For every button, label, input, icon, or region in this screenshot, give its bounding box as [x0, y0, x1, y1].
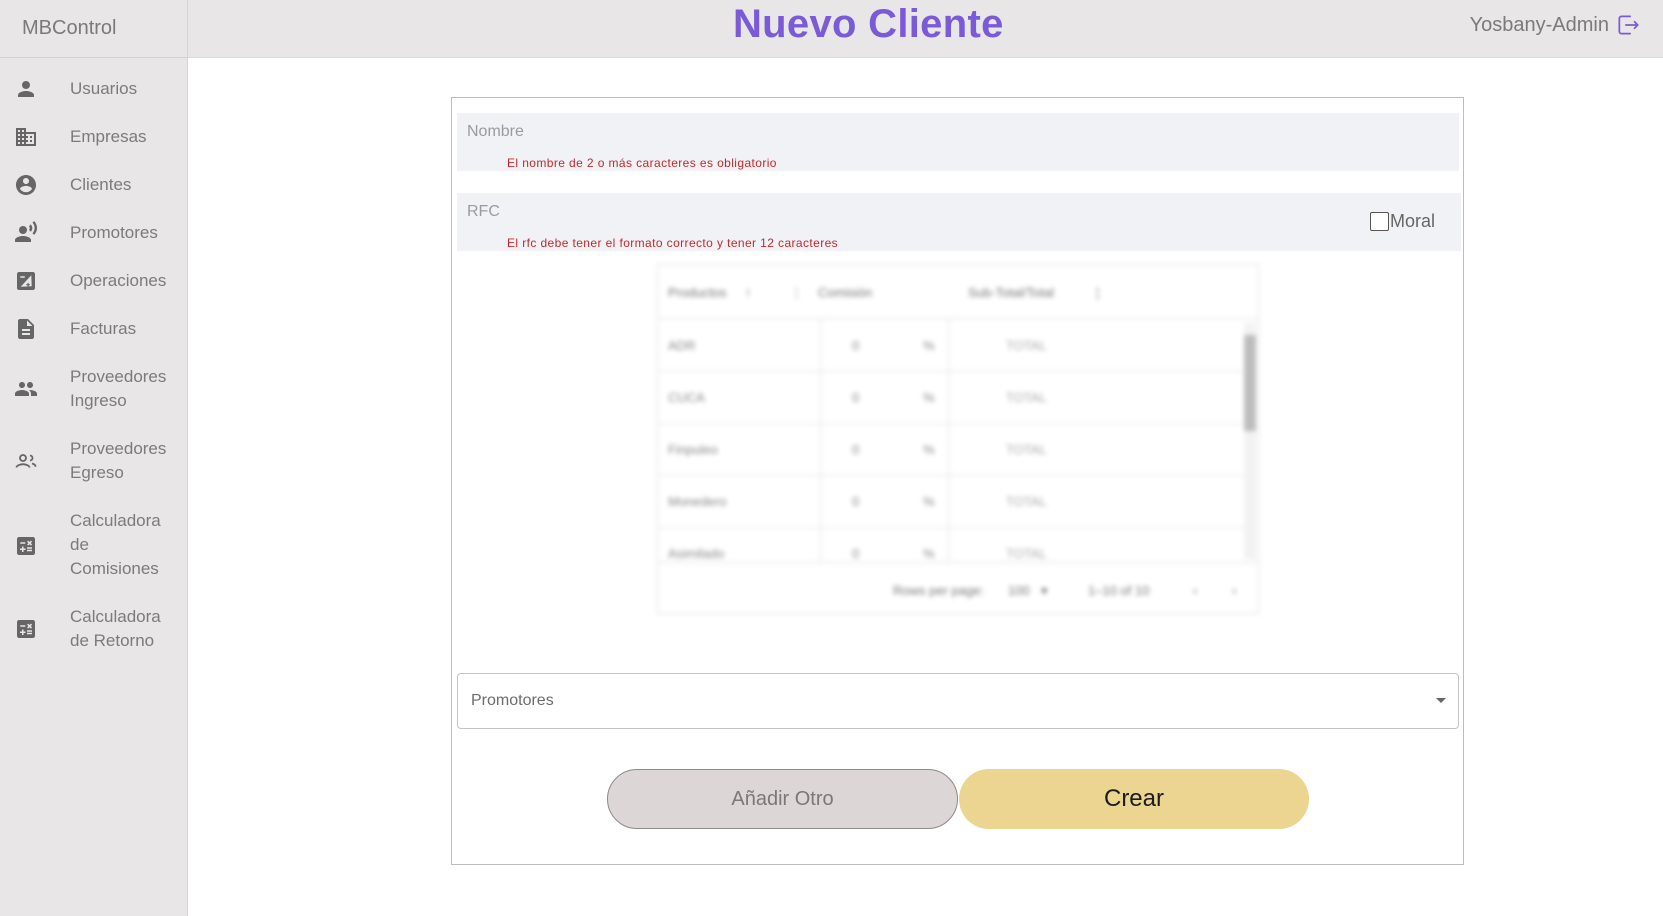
table-row[interactable]: Asimilado 0 % TOTAL — [658, 528, 1243, 562]
promotores-select[interactable]: Promotores — [457, 673, 1459, 729]
promotores-placeholder: Promotores — [471, 692, 554, 709]
sidebar-item-label: Promotores — [70, 223, 158, 242]
cell-comision[interactable]: 0 — [852, 546, 859, 561]
table-row[interactable]: Finpuleo 0 % TOTAL — [658, 424, 1243, 476]
sidebar-item-promotores[interactable]: Promotores — [0, 221, 188, 247]
products-grid: Productos ↑ ⋮ Comisión Sub-Total/Total ¦… — [657, 264, 1259, 614]
calculator-icon — [17, 537, 35, 555]
sidebar-item-calculadora-retorno[interactable]: Calculadora de Retorno — [0, 605, 188, 655]
cell-tipo[interactable]: TOTAL — [1006, 494, 1047, 509]
sidebar-item-clientes[interactable]: Clientes — [0, 173, 188, 199]
pagination-range: 1–10 of 10 — [1088, 583, 1150, 598]
sidebar-item-operaciones[interactable]: Operaciones — [0, 269, 188, 295]
table-row[interactable]: CUCA 0 % TOTAL — [658, 372, 1243, 424]
dropdown-arrow-icon[interactable] — [1436, 698, 1446, 703]
rows-per-page-label: Rows per page: — [893, 583, 985, 598]
sidebar-item-proveedores-egreso[interactable]: Proveedores Egreso — [0, 437, 188, 487]
cell-comision[interactable]: 0 — [852, 338, 859, 353]
cell-comision[interactable]: 0 — [852, 390, 859, 405]
sidebar-item-empresas[interactable]: Empresas — [0, 125, 188, 151]
column-separator: ¦ — [1096, 285, 1100, 300]
building-icon — [16, 128, 36, 146]
moral-checkbox[interactable]: Moral — [1369, 211, 1435, 232]
cell-tipo[interactable]: TOTAL — [1006, 390, 1047, 405]
sidebar: MBControl Usuarios Empresas Clientes Pro… — [0, 0, 188, 916]
cell-tipo[interactable]: TOTAL — [1006, 546, 1047, 561]
cell-producto: Finpuleo — [668, 442, 718, 457]
add-another-button[interactable]: Añadir Otro — [607, 769, 958, 829]
column-menu-icon[interactable]: ⋮ — [790, 285, 803, 301]
nombre-field[interactable]: Nombre El nombre de 2 o más caracteres e… — [457, 113, 1459, 171]
people-icon — [15, 382, 37, 396]
next-page-icon[interactable]: › — [1232, 583, 1236, 598]
sidebar-item-label: Calculadora de Retorno — [70, 607, 161, 650]
sidebar-item-label: Proveedores Egreso — [70, 439, 167, 482]
cell-unidad: % — [923, 494, 935, 509]
cell-producto: CUCA — [668, 390, 705, 405]
rows-per-page-select[interactable]: 100 — [1008, 583, 1030, 598]
sidebar-item-label: Empresas — [70, 127, 147, 146]
app-brand[interactable]: MBControl — [0, 0, 187, 58]
sidebar-item-facturas[interactable]: Facturas — [0, 317, 188, 343]
chevron-down-icon[interactable]: ▾ — [1041, 583, 1048, 599]
column-header[interactable]: Sub-Total/Total — [968, 285, 1054, 300]
sidebar-item-label: Proveedores Ingreso — [70, 367, 167, 410]
people-outline-icon — [15, 454, 37, 468]
cell-tipo[interactable]: TOTAL — [1006, 442, 1047, 457]
logout-icon[interactable] — [1615, 12, 1641, 38]
user-name: Yosbany-Admin — [1469, 13, 1609, 36]
page-title: Nuevo Cliente — [733, 2, 1004, 46]
cell-unidad: % — [923, 546, 935, 561]
create-button[interactable]: Crear — [959, 769, 1309, 829]
sort-icon[interactable]: ↑ — [745, 285, 752, 300]
sidebar-item-label: Calculadora de Comisiones — [70, 511, 161, 578]
cell-producto: ADR — [668, 338, 696, 353]
cell-comision[interactable]: 0 — [852, 494, 859, 509]
table-row[interactable]: ADR 0 % TOTAL — [658, 320, 1243, 372]
grid-header: Productos ↑ ⋮ Comisión Sub-Total/Total ¦ — [658, 265, 1258, 319]
column-header[interactable]: Comisión — [818, 285, 872, 300]
new-client-form: Nombre El nombre de 2 o más caracteres e… — [451, 97, 1464, 865]
table-row[interactable]: Monedero 0 % TOTAL — [658, 476, 1243, 528]
sidebar-item-label: Usuarios — [70, 79, 138, 98]
record-voice-icon — [15, 221, 38, 242]
rfc-field[interactable]: RFC El rfc debe tener el formato correct… — [457, 193, 1461, 251]
sidebar-item-calculadora-comisiones[interactable]: Calculadora de Comisiones — [0, 509, 188, 583]
nombre-error: El nombre de 2 o más caracteres es oblig… — [507, 156, 777, 170]
cell-comision[interactable]: 0 — [852, 442, 859, 457]
top-bar: Nuevo Cliente Yosbany-Admin — [188, 0, 1663, 58]
sidebar-item-label: Clientes — [70, 175, 132, 194]
sidebar-item-usuarios[interactable]: Usuarios — [0, 77, 188, 103]
previous-page-icon[interactable]: ‹ — [1193, 583, 1197, 598]
calculator-icon — [17, 620, 35, 638]
rfc-error: El rfc debe tener el formato correcto y … — [507, 236, 839, 250]
moral-label: Moral — [1389, 211, 1435, 231]
checkbox-box[interactable] — [1369, 212, 1389, 231]
sidebar-item-label: Operaciones — [70, 271, 167, 290]
cell-unidad: % — [923, 390, 935, 405]
grid-pagination: Rows per page: 100 ▾ 1–10 of 10 ‹ › — [658, 562, 1258, 614]
user-menu[interactable]: Yosbany-Admin — [1470, 12, 1641, 38]
document-icon — [18, 319, 34, 339]
cell-tipo[interactable]: TOTAL — [1006, 338, 1047, 353]
rfc-placeholder: RFC — [467, 203, 500, 220]
cell-producto: Asimilado — [668, 546, 725, 561]
nombre-placeholder: Nombre — [467, 123, 524, 140]
cell-unidad: % — [923, 338, 935, 353]
grid-scrollbar-thumb[interactable] — [1244, 335, 1256, 431]
account-circle-icon — [16, 175, 36, 195]
person-icon — [18, 81, 34, 97]
sidebar-item-proveedores-ingreso[interactable]: Proveedores Ingreso — [0, 365, 188, 415]
calculate-square-icon — [17, 272, 35, 290]
column-header[interactable]: Productos — [668, 285, 727, 300]
sidebar-item-label: Facturas — [70, 319, 137, 338]
cell-unidad: % — [923, 442, 935, 457]
cell-producto: Monedero — [668, 494, 727, 509]
